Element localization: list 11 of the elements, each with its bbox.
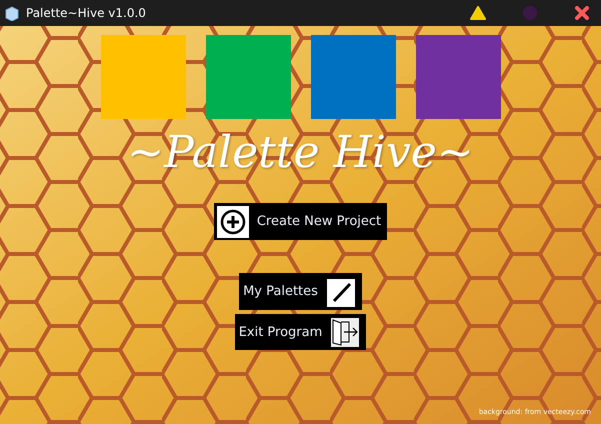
exit-button[interactable]: Exit Program xyxy=(234,314,366,350)
window-title: Palette~Hive v1.0.0 xyxy=(26,6,147,20)
color-swatch[interactable] xyxy=(206,35,290,119)
create-button[interactable]: Create New Project xyxy=(214,203,388,240)
color-swatch[interactable] xyxy=(310,35,396,119)
palettes-button[interactable]: My Palettes xyxy=(239,273,362,310)
color-swatch[interactable] xyxy=(416,35,500,119)
exit-door-icon xyxy=(330,316,360,348)
triangle-icon[interactable] xyxy=(467,4,489,22)
color-swatch[interactable] xyxy=(100,35,186,119)
app-title: ~Palette Hive~ xyxy=(127,126,474,180)
